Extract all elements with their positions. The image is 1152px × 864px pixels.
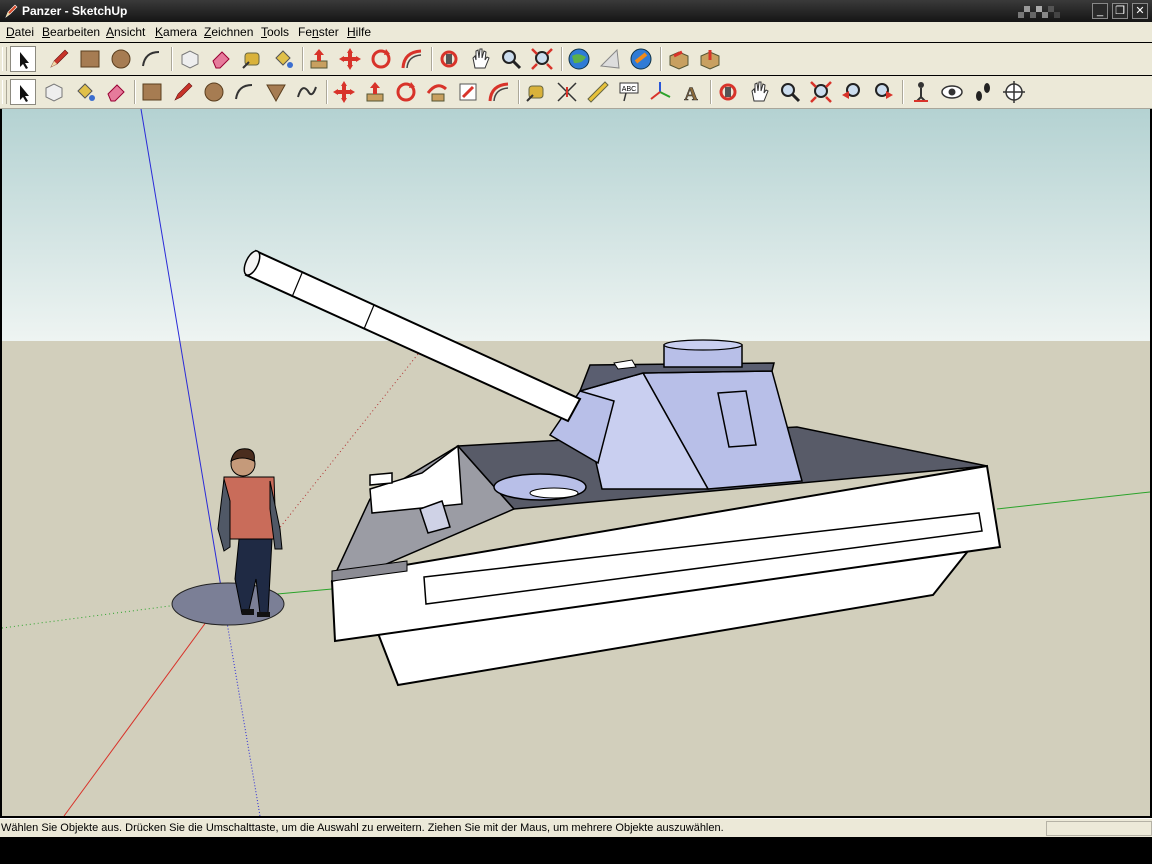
axes-icon[interactable] bbox=[647, 79, 673, 105]
toolbar-separator bbox=[561, 47, 563, 71]
toolbar-separator bbox=[902, 80, 904, 104]
text-icon[interactable]: ABC bbox=[616, 79, 642, 105]
section-plane-icon[interactable] bbox=[1001, 79, 1027, 105]
sketchup-pencil-icon[interactable] bbox=[4, 3, 18, 19]
toolbar-separator bbox=[171, 47, 173, 71]
line-icon[interactable] bbox=[46, 46, 72, 72]
toolbar-large-tool-set: ABC A bbox=[0, 76, 1152, 109]
menu-bearbeiten[interactable]: Bearbeiten bbox=[42, 25, 100, 39]
toolbar-separator bbox=[518, 80, 520, 104]
rotate-icon[interactable] bbox=[368, 46, 394, 72]
move-icon[interactable] bbox=[337, 46, 363, 72]
window-title: Panzer - SketchUp bbox=[22, 4, 128, 18]
get-models-icon[interactable] bbox=[566, 46, 592, 72]
pan-icon[interactable] bbox=[467, 46, 493, 72]
walk-icon[interactable] bbox=[970, 79, 996, 105]
freehand-icon[interactable] bbox=[294, 79, 320, 105]
toolbar-separator bbox=[302, 47, 304, 71]
offset-icon[interactable] bbox=[486, 79, 512, 105]
rectangle-icon[interactable] bbox=[77, 46, 103, 72]
make-component-icon[interactable] bbox=[41, 79, 67, 105]
paint-bucket-icon[interactable] bbox=[270, 46, 296, 72]
taskbar-area bbox=[0, 837, 1152, 864]
zoom-extents-icon[interactable] bbox=[529, 46, 555, 72]
toolbar-getting-started bbox=[0, 43, 1152, 75]
menu-tools[interactable]: Tools bbox=[261, 25, 289, 39]
menu-kamera[interactable]: Kamera bbox=[155, 25, 197, 39]
line-icon[interactable] bbox=[170, 79, 196, 105]
previous-view-icon[interactable] bbox=[839, 79, 865, 105]
drawing-area-viewport[interactable] bbox=[2, 109, 1150, 816]
get-3d-models-icon[interactable] bbox=[697, 46, 723, 72]
arc-icon[interactable] bbox=[139, 46, 165, 72]
maximize-button[interactable]: ❐ bbox=[1112, 3, 1128, 19]
polygon-icon[interactable] bbox=[263, 79, 289, 105]
menu-zeichnen[interactable]: Zeichnen bbox=[204, 25, 253, 39]
move-icon[interactable] bbox=[331, 79, 357, 105]
google-earth-icon[interactable] bbox=[628, 46, 654, 72]
measurements-box[interactable] bbox=[1046, 821, 1152, 836]
minimize-button[interactable]: _ bbox=[1092, 3, 1108, 19]
push-pull-icon[interactable] bbox=[306, 46, 332, 72]
protractor-icon[interactable] bbox=[585, 79, 611, 105]
status-message: Wählen Sie Objekte aus. Drücken Sie die … bbox=[1, 822, 724, 834]
make-component-icon[interactable] bbox=[177, 46, 203, 72]
scale-icon[interactable] bbox=[455, 79, 481, 105]
position-camera-icon[interactable] bbox=[908, 79, 934, 105]
toolbar-separator bbox=[431, 47, 433, 71]
toolbar-separator bbox=[710, 80, 712, 104]
3d-scene[interactable] bbox=[2, 109, 1150, 816]
select-icon[interactable] bbox=[10, 46, 36, 72]
zoom-icon[interactable] bbox=[498, 46, 524, 72]
push-pull-icon[interactable] bbox=[362, 79, 388, 105]
dimension-icon[interactable] bbox=[554, 79, 580, 105]
toolbar-grip[interactable] bbox=[2, 80, 7, 104]
rotate-icon[interactable] bbox=[393, 79, 419, 105]
orbit-icon[interactable] bbox=[436, 46, 462, 72]
status-bar: Wählen Sie Objekte aus. Drücken Sie die … bbox=[0, 818, 1152, 837]
follow-me-icon[interactable] bbox=[399, 46, 425, 72]
orbit-icon[interactable] bbox=[715, 79, 741, 105]
paint-bucket-icon[interactable] bbox=[72, 79, 98, 105]
toolbar-separator bbox=[134, 80, 136, 104]
toolbar-separator bbox=[660, 47, 662, 71]
3d-text-icon[interactable]: A bbox=[678, 79, 704, 105]
toolbar-separator bbox=[326, 80, 328, 104]
menu-hilfe[interactable]: Hilfe bbox=[347, 25, 371, 39]
follow-me-icon[interactable] bbox=[424, 79, 450, 105]
svg-text:ABC: ABC bbox=[622, 86, 636, 93]
zoom-window-icon[interactable] bbox=[808, 79, 834, 105]
look-around-icon[interactable] bbox=[939, 79, 965, 105]
circle-icon[interactable] bbox=[108, 46, 134, 72]
menu-datei[interactable]: Datei bbox=[6, 25, 34, 39]
arc-icon[interactable] bbox=[232, 79, 258, 105]
pan-icon[interactable] bbox=[746, 79, 772, 105]
menu-ansicht[interactable]: Ansicht bbox=[106, 25, 145, 39]
select-icon[interactable] bbox=[10, 79, 36, 105]
tape-measure-icon[interactable] bbox=[523, 79, 549, 105]
close-button[interactable]: ✕ bbox=[1132, 3, 1148, 19]
pixel-pattern-decoration bbox=[1018, 5, 1060, 18]
title-bar: Panzer - SketchUp _ ❐ ✕ bbox=[0, 0, 1152, 22]
share-model-icon[interactable] bbox=[597, 46, 623, 72]
next-view-icon[interactable] bbox=[870, 79, 896, 105]
svg-text:A: A bbox=[684, 84, 698, 105]
menu-fenster[interactable]: Fenster bbox=[298, 25, 339, 39]
eraser-icon[interactable] bbox=[208, 46, 234, 72]
rectangle-icon[interactable] bbox=[139, 79, 165, 105]
circle-icon[interactable] bbox=[201, 79, 227, 105]
component-box-icon[interactable] bbox=[666, 46, 692, 72]
tape-measure-icon[interactable] bbox=[239, 46, 265, 72]
menu-bar: Datei Bearbeiten Ansicht Kamera Zeichnen… bbox=[0, 22, 1152, 42]
zoom-icon[interactable] bbox=[777, 79, 803, 105]
toolbar-grip[interactable] bbox=[2, 47, 7, 71]
eraser-icon[interactable] bbox=[103, 79, 129, 105]
